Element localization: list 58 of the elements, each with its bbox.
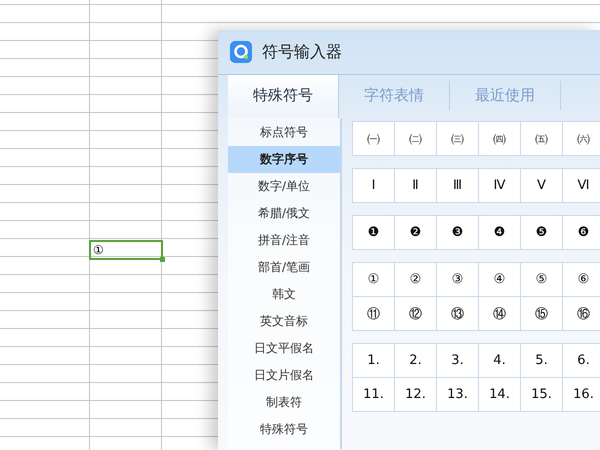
symbol-cell[interactable]: ❺ bbox=[521, 216, 563, 250]
symbol-cell[interactable]: ❶ bbox=[353, 216, 395, 250]
symbol-cell[interactable]: ⑤ bbox=[521, 263, 563, 297]
symbol-cell[interactable]: ㈥ bbox=[563, 122, 600, 156]
category-item[interactable]: 韩文 bbox=[228, 281, 340, 308]
symbol-cell[interactable]: 2. bbox=[395, 344, 437, 378]
symbol-cell[interactable]: Ⅳ bbox=[479, 169, 521, 203]
logo-icon bbox=[230, 41, 252, 63]
active-cell[interactable]: ① bbox=[89, 240, 163, 260]
symbol-cell[interactable]: 16. bbox=[563, 378, 600, 412]
category-item[interactable]: 数字/单位 bbox=[228, 173, 340, 200]
symbol-cell[interactable]: ❻ bbox=[563, 216, 600, 250]
category-item[interactable]: 数字序号 bbox=[228, 146, 340, 173]
symbol-cell[interactable]: ② bbox=[395, 263, 437, 297]
category-item[interactable]: 希腊/俄文 bbox=[228, 200, 340, 227]
category-item[interactable]: 制表符 bbox=[228, 389, 340, 416]
symbol-cell[interactable]: ④ bbox=[479, 263, 521, 297]
symbol-cell[interactable]: ❹ bbox=[479, 216, 521, 250]
category-item[interactable]: 拼音/注音 bbox=[228, 227, 340, 254]
category-item[interactable]: 部首/笔画 bbox=[228, 254, 340, 281]
category-item[interactable]: 特殊符号 bbox=[228, 416, 340, 443]
symbol-cell[interactable]: ㈤ bbox=[521, 122, 563, 156]
symbol-cell[interactable]: 3. bbox=[437, 344, 479, 378]
tab[interactable]: 特殊符号 bbox=[228, 75, 339, 118]
symbol-cell[interactable]: Ⅴ bbox=[521, 169, 563, 203]
symbol-cell[interactable]: ㈣ bbox=[479, 122, 521, 156]
symbol-cell[interactable]: 11. bbox=[353, 378, 395, 412]
category-item[interactable]: 日文平假名 bbox=[228, 335, 340, 362]
symbol-cell[interactable]: ⑪ bbox=[353, 297, 395, 331]
symbol-cell[interactable]: Ⅲ bbox=[437, 169, 479, 203]
symbol-cell[interactable]: ⑫ bbox=[395, 297, 437, 331]
symbol-cell[interactable]: ⑥ bbox=[563, 263, 600, 297]
category-item[interactable]: 日文片假名 bbox=[228, 362, 340, 389]
symbol-cell[interactable]: ❸ bbox=[437, 216, 479, 250]
symbol-cell[interactable]: ❷ bbox=[395, 216, 437, 250]
symbol-cell[interactable]: 14. bbox=[479, 378, 521, 412]
symbol-cell[interactable]: Ⅱ bbox=[395, 169, 437, 203]
window-title: 符号输入器 bbox=[262, 42, 342, 62]
symbol-cell[interactable]: 5. bbox=[521, 344, 563, 378]
symbol-cell[interactable]: ① bbox=[353, 263, 395, 297]
symbol-cell[interactable]: ⑯ bbox=[563, 297, 600, 331]
symbol-cell[interactable]: ⑬ bbox=[437, 297, 479, 331]
symbol-cell[interactable]: 1. bbox=[353, 344, 395, 378]
category-item[interactable]: 标点符号 bbox=[228, 119, 340, 146]
symbol-cell[interactable]: ㈡ bbox=[395, 122, 437, 156]
category-item[interactable]: 英文音标 bbox=[228, 308, 340, 335]
symbol-cell[interactable]: 4. bbox=[479, 344, 521, 378]
symbol-cell[interactable]: 13. bbox=[437, 378, 479, 412]
symbol-cell[interactable]: Ⅵ bbox=[563, 169, 600, 203]
symbol-cell[interactable]: ③ bbox=[437, 263, 479, 297]
symbol-cell[interactable]: ⑮ bbox=[521, 297, 563, 331]
symbol-cell[interactable]: ⑭ bbox=[479, 297, 521, 331]
symbol-cell[interactable]: ㈠ bbox=[353, 122, 395, 156]
symbol-cell[interactable]: Ⅰ bbox=[353, 169, 395, 203]
symbol-cell[interactable]: 12. bbox=[395, 378, 437, 412]
symbol-cell[interactable]: ㈢ bbox=[437, 122, 479, 156]
symbol-cell[interactable]: 6. bbox=[563, 344, 600, 378]
symbol-cell[interactable]: 15. bbox=[521, 378, 563, 412]
